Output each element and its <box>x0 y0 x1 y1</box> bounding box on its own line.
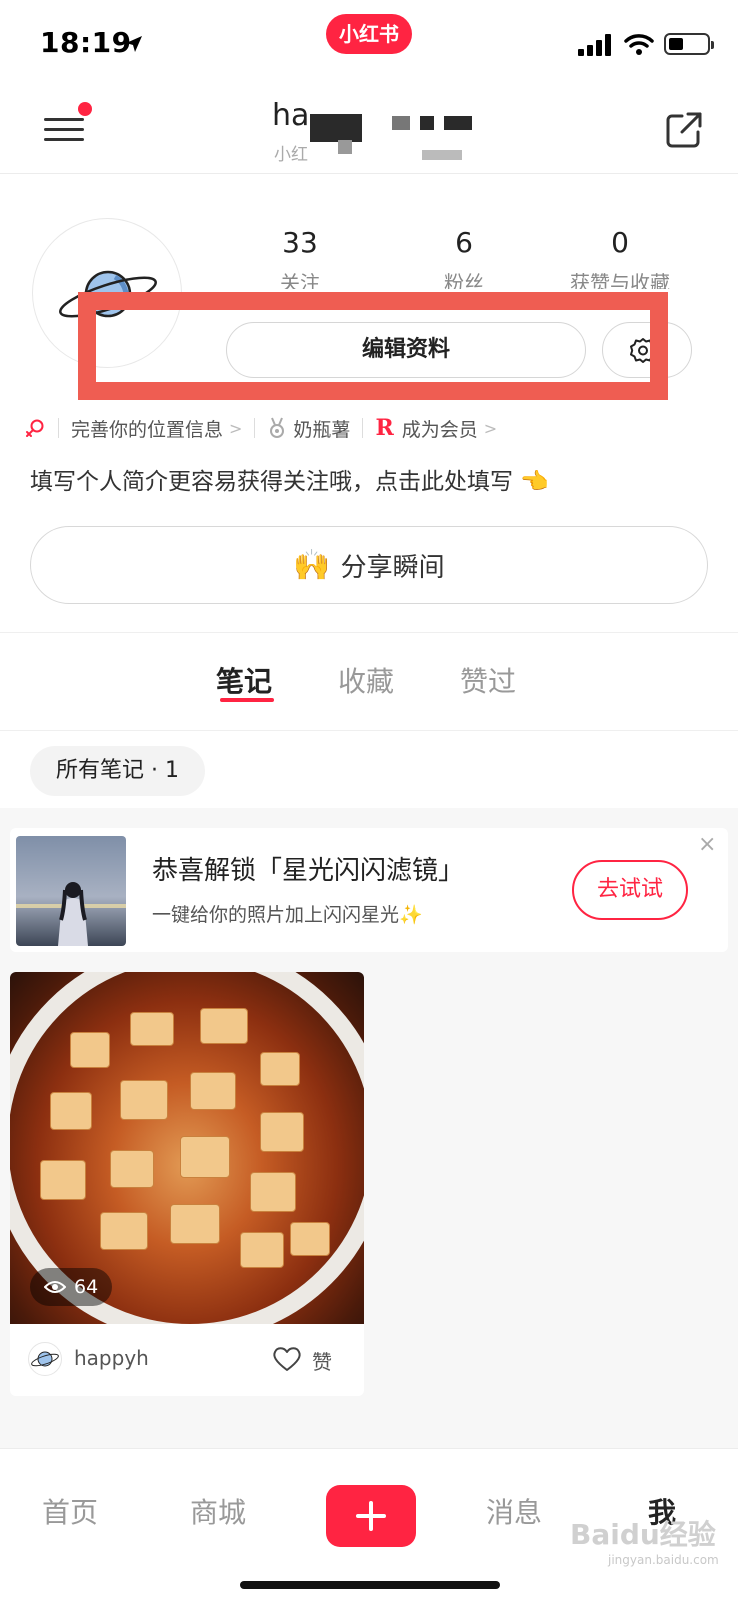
raised-hands-icon: 🙌 <box>293 547 331 583</box>
chevron-right-icon: > <box>483 418 498 438</box>
promo-title: 恭喜解锁「星光闪闪滤镜」 <box>152 856 465 886</box>
member-entry-text: 成为会员 <box>401 418 478 441</box>
tab-notes[interactable]: 笔记 <box>216 660 272 700</box>
home-indicator <box>240 1581 500 1589</box>
redaction-block <box>420 116 434 130</box>
all-notes-filter[interactable]: 所有笔记 · 1 <box>30 746 205 796</box>
stat-likes[interactable]: 0 获赞与收藏 <box>550 226 690 289</box>
try-filter-button[interactable]: 去试试 <box>572 860 688 920</box>
profile-info-row: 完善你的位置信息 > 奶瓶薯 R 成为会员 > <box>24 412 497 444</box>
app-badge: 小红书 <box>326 14 412 54</box>
stat-likes-label: 获赞与收藏 <box>570 271 670 289</box>
share-icon[interactable] <box>664 110 704 150</box>
stat-following-label: 关注 <box>280 271 320 289</box>
watermark-url: jingyan.baidu.com <box>608 1553 719 1567</box>
female-gender-icon <box>26 419 44 437</box>
medal-icon <box>270 417 285 438</box>
share-moment-label: 分享瞬间 <box>340 552 445 583</box>
watermark: Baidu经验 <box>570 1518 716 1551</box>
menu-icon[interactable] <box>44 112 84 146</box>
stat-followers-value: 6 <box>455 226 473 259</box>
active-tab-indicator <box>220 698 274 702</box>
heart-icon[interactable] <box>272 1346 302 1372</box>
location-arrow-icon <box>126 36 142 52</box>
location-info[interactable]: 完善你的位置信息 > <box>24 415 242 442</box>
header-user-id: 小红 <box>274 145 308 165</box>
note-card[interactable]: 64 happyh 赞 <box>10 972 364 1396</box>
create-post-button[interactable] <box>326 1485 416 1547</box>
header-username: ha <box>272 98 310 133</box>
cellular-signal-icon <box>578 34 611 56</box>
stat-followers-label: 粉丝 <box>444 271 484 289</box>
member-entry[interactable]: R 成为会员 > <box>375 415 497 442</box>
tab-collections[interactable]: 收藏 <box>338 660 394 700</box>
note-author-avatar <box>28 1342 62 1376</box>
level-badge-text: 奶瓶薯 <box>293 418 351 441</box>
bio-prompt[interactable]: 填写个人简介更容易获得关注哦，点击此处填写 👈 <box>30 462 549 496</box>
level-badge[interactable]: 奶瓶薯 <box>267 415 350 442</box>
close-icon[interactable]: × <box>698 832 716 857</box>
note-author-name: happyh <box>74 1346 149 1370</box>
chevron-right-icon: > <box>229 418 243 438</box>
like-label: 赞 <box>312 1350 332 1374</box>
redaction-block <box>422 150 462 160</box>
profile-tabs: 笔记 收藏 赞过 <box>0 640 738 730</box>
profile-header: ha 小红 <box>0 88 738 174</box>
bottom-navigation: 首页 商城 消息 我 Baidu经验 jingyan.baidu.com <box>0 1448 738 1600</box>
member-r-icon: R <box>375 415 394 441</box>
divider <box>0 730 738 731</box>
location-info-text: 完善你的位置信息 <box>71 418 224 441</box>
view-count: 64 <box>30 1268 113 1306</box>
stat-likes-value: 0 <box>611 226 629 259</box>
nav-mall[interactable]: 商城 <box>190 1491 246 1531</box>
nav-home[interactable]: 首页 <box>42 1491 98 1531</box>
battery-icon <box>664 33 714 55</box>
tab-liked[interactable]: 赞过 <box>460 660 516 700</box>
redaction-block <box>444 116 472 130</box>
status-time: 18:19 <box>40 26 132 59</box>
wifi-icon <box>624 34 654 55</box>
share-moment-button[interactable]: 🙌 分享瞬间 <box>30 526 708 604</box>
redaction-block <box>310 114 362 142</box>
redaction-block <box>392 116 410 130</box>
redaction-block <box>338 140 352 154</box>
stat-following-value: 33 <box>282 226 318 259</box>
view-count-value: 64 <box>74 1276 99 1298</box>
note-cover-image: 64 <box>10 972 364 1324</box>
divider <box>0 632 738 633</box>
promo-thumbnail <box>16 836 126 946</box>
status-bar: 18:19 小红书 <box>0 0 738 88</box>
promo-subtitle: 一键给你的照片加上闪闪星光✨ <box>152 904 423 926</box>
eye-icon <box>44 1281 66 1293</box>
highlight-annotation-box <box>78 292 668 400</box>
planet-icon <box>31 1351 59 1367</box>
stat-followers[interactable]: 6 粉丝 <box>394 226 534 289</box>
notification-dot <box>78 102 92 116</box>
filter-promo-card[interactable]: 恭喜解锁「星光闪闪滤镜」 一键给你的照片加上闪闪星光✨ 去试试 × <box>10 828 728 952</box>
stat-following[interactable]: 33 关注 <box>230 226 370 289</box>
nav-messages[interactable]: 消息 <box>486 1491 542 1531</box>
